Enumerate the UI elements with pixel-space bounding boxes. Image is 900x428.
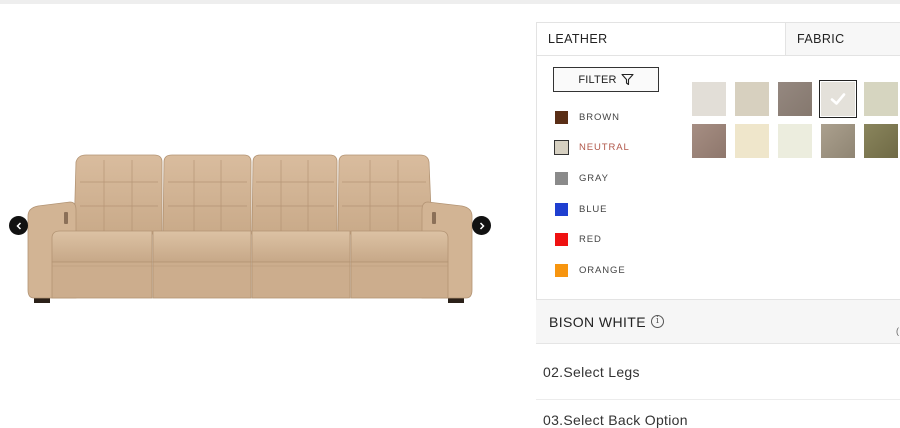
leather-swatch[interactable] — [692, 82, 726, 116]
color-filter-neutral[interactable]: NEUTRAL — [554, 133, 630, 164]
color-filter-red[interactable]: RED — [555, 224, 630, 255]
leather-swatch[interactable] — [778, 82, 812, 116]
selected-material-bar[interactable]: BISON WHITE i — [536, 300, 900, 344]
material-tabs: LEATHER FABRIC — [537, 23, 900, 56]
color-chip-neutral — [554, 140, 569, 156]
step-select-back-option[interactable]: 03.Select Back Option — [536, 412, 900, 428]
product-viewer — [0, 4, 520, 428]
filter-button[interactable]: FILTER — [553, 67, 659, 92]
filter-label: FILTER — [578, 73, 617, 86]
selected-material-name: BISON WHITE — [549, 313, 646, 330]
color-filter-label: BLUE — [579, 203, 608, 215]
color-filter-label: GRAY — [579, 172, 609, 184]
color-filter-gray[interactable]: GRAY — [555, 163, 630, 194]
color-filter-list: BROWN NEUTRAL GRAY BLUE RED ORANGE — [554, 102, 630, 286]
chevron-left-icon — [15, 221, 21, 230]
color-chip-gray — [555, 171, 568, 185]
leather-swatch[interactable] — [864, 124, 898, 158]
color-filter-label: NEUTRAL — [579, 142, 630, 154]
leather-swatch[interactable] — [864, 82, 898, 116]
color-filter-label: ORANGE — [579, 264, 626, 276]
leather-swatch[interactable] — [778, 124, 812, 158]
color-chip-red — [555, 233, 568, 247]
color-filter-brown[interactable]: BROWN — [555, 102, 630, 133]
color-filter-label: RED — [579, 234, 602, 246]
funnel-icon — [621, 73, 634, 86]
next-image-button[interactable] — [472, 216, 491, 235]
info-icon[interactable]: i — [650, 315, 664, 328]
truncated-edge-glyph: ( — [896, 326, 899, 336]
color-chip-brown — [555, 110, 568, 124]
leather-swatch-selected[interactable] — [819, 80, 857, 118]
tab-fabric[interactable]: FABRIC — [785, 23, 900, 55]
color-filter-orange[interactable]: ORANGE — [555, 255, 630, 286]
checkmark-icon — [821, 82, 855, 116]
leather-swatch[interactable] — [692, 124, 726, 158]
color-chip-orange — [555, 263, 568, 277]
leather-swatch[interactable] — [735, 82, 769, 116]
leather-swatch[interactable] — [735, 124, 769, 158]
material-options-panel: LEATHER FABRIC FILTER BROWN NEUTRAL GRAY… — [536, 22, 900, 300]
previous-image-button[interactable] — [9, 216, 28, 235]
leather-swatch[interactable] — [821, 124, 855, 158]
color-chip-blue — [555, 202, 568, 216]
color-filter-label: BROWN — [579, 111, 620, 123]
tab-leather[interactable]: LEATHER — [537, 23, 785, 55]
chevron-right-icon — [479, 221, 485, 230]
color-filter-blue[interactable]: BLUE — [555, 194, 630, 225]
sofa-image — [27, 154, 473, 303]
step-select-legs[interactable]: 02.Select Legs — [536, 344, 900, 400]
leather-swatch-grid — [692, 80, 898, 158]
